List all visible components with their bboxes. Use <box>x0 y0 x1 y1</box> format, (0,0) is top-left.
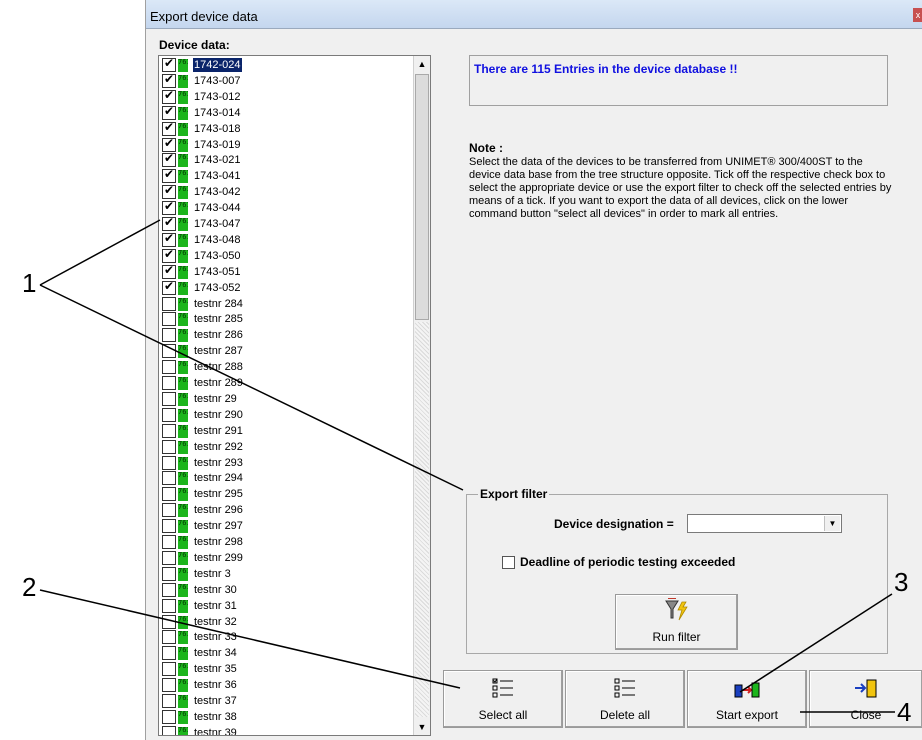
callout-line-3 <box>739 593 893 693</box>
annotation-1: 1 <box>22 268 37 298</box>
callout-line-1a <box>39 219 161 286</box>
callout-line-1b <box>39 284 464 491</box>
annotation-4: 4 <box>897 697 912 727</box>
callout-line-2 <box>39 589 461 689</box>
annotation-lines <box>39 219 895 713</box>
annotation-2: 2 <box>22 572 37 602</box>
annotation-3: 3 <box>894 567 909 597</box>
